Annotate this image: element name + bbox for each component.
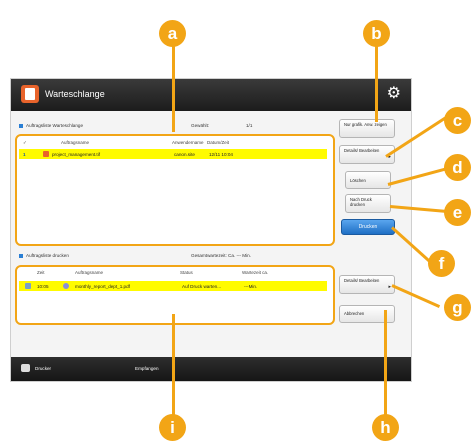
col-job-name: Auftragsname [61, 140, 90, 145]
col-print-job-name: Auftragsname [75, 270, 104, 275]
callout-a: a [159, 20, 186, 47]
callout-f: f [428, 250, 455, 277]
queue-heading-text: Auftragsliste Warteschlange [26, 123, 84, 128]
callout-i-leader [172, 314, 175, 422]
col-user-name: Anwendername [172, 140, 204, 145]
callout-h-leader [384, 310, 387, 422]
print-button[interactable]: Drucken [341, 219, 395, 235]
selected-value: 1/1 [246, 123, 253, 128]
row-wait-time: ---Min. [244, 283, 258, 289]
selected-label: Gewählt: [191, 123, 210, 128]
queue-app-icon [21, 85, 39, 103]
callout-e: e [444, 199, 471, 226]
callout-g: g [444, 294, 471, 321]
pdf-file-icon [63, 283, 69, 289]
total-wait-label: Gesamtwartezeit: Ca. --- Min. [191, 253, 251, 258]
tif-file-icon [43, 151, 49, 157]
status-reception-label[interactable]: Empfangen [135, 366, 159, 371]
col-time: Zeit [37, 270, 45, 275]
title-bar: Warteschlange ⚙ [11, 79, 411, 111]
window-title: Warteschlange [45, 89, 105, 99]
row-date-time: 12/11 10:04 [209, 151, 233, 157]
check-column-icon: ✓ [23, 140, 27, 145]
callout-b-leader [375, 42, 378, 122]
print-after-button[interactable]: Nach Druck drucken [345, 194, 391, 213]
callout-c: c [444, 107, 471, 134]
row-time: 10:05 [37, 283, 49, 289]
queue-section-heading: Auftragsliste Warteschlange [19, 123, 83, 128]
print-heading-text: Auftragsliste drucken [26, 253, 69, 258]
print-after-label: Nach Druck drucken [350, 197, 372, 207]
section-bullet-icon [19, 253, 23, 258]
callout-i: i [159, 414, 186, 441]
section-bullet-icon [19, 123, 23, 128]
details-edit-label-top: Details/ Bearbeiten [344, 148, 380, 153]
row-user-name: canon.site [174, 151, 195, 157]
col-wait-time: Wartezeit ca. [242, 270, 269, 275]
show-image-button[interactable]: Nur grafik. Anw. zeigen [339, 119, 395, 138]
details-edit-button-bottom[interactable]: Details/ Bearbeiten ▸ [339, 275, 395, 294]
delete-button[interactable]: Löschen [345, 171, 391, 189]
show-image-label: Nur grafik. Anw. zeigen [344, 122, 387, 127]
row-index: 1 [23, 151, 26, 157]
row-print-job-name: monthly_report_dept_1.pdf [75, 283, 130, 289]
delete-label: Löschen [350, 178, 366, 183]
callout-d: d [444, 154, 471, 181]
table-row[interactable]: 10:05 monthly_report_dept_1.pdf Auf Druc… [19, 281, 327, 291]
trash-icon [25, 283, 31, 289]
col-date-time: Datum/Zeit [207, 140, 230, 145]
printer-icon [21, 364, 30, 372]
status-printer-label[interactable]: Drucker [35, 366, 51, 371]
queue-screen: Warteschlange ⚙ Auftragsliste Warteschla… [10, 78, 412, 382]
details-edit-label-bottom: Details/ Bearbeiten [344, 278, 380, 283]
cancel-label: Abbrechen [344, 311, 365, 316]
print-job-list: Zeit Auftragsname Status Wartezeit ca. 1… [15, 265, 335, 325]
gear-icon[interactable]: ⚙ [387, 85, 401, 103]
col-status: Status [180, 270, 193, 275]
callout-h: h [372, 414, 399, 441]
status-bar: Drucker Empfangen [11, 357, 411, 381]
row-job-name: project_management.tif [52, 151, 101, 157]
print-section-heading: Auftragsliste drucken [19, 253, 69, 258]
row-status: Auf Druck warten... [182, 283, 222, 289]
callout-b: b [363, 20, 390, 47]
callout-a-leader [172, 42, 175, 132]
queue-job-list: ✓ Auftragsname Anwendername Datum/Zeit 1… [15, 134, 335, 246]
table-row[interactable]: 1 project_management.tif canon.site 12/1… [19, 149, 327, 159]
